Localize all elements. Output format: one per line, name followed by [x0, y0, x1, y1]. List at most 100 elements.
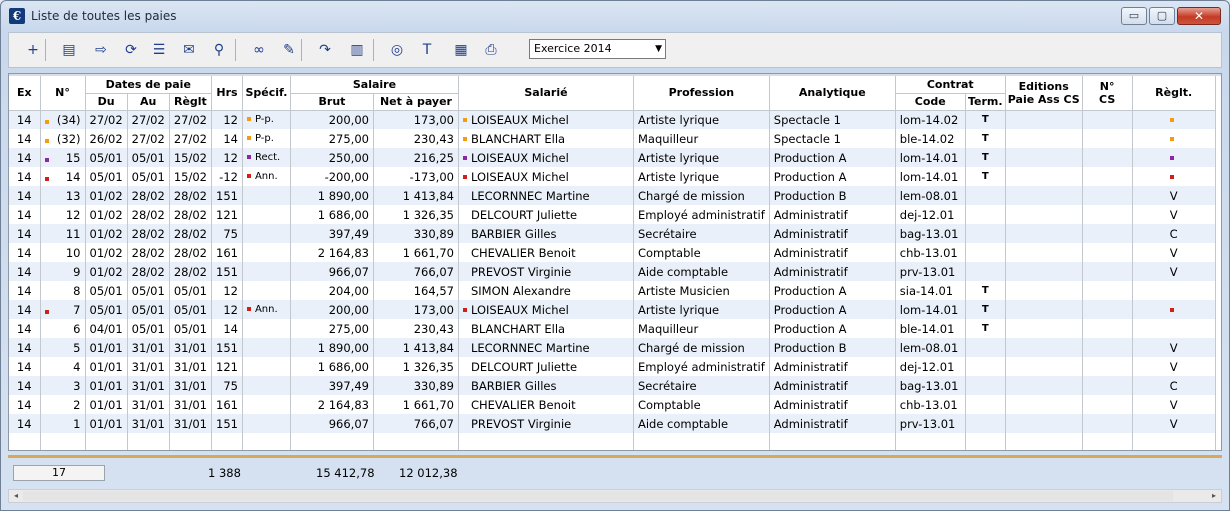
scroll-left-icon[interactable]: ◂ [9, 490, 23, 502]
header-ncs[interactable]: N° CS [1082, 76, 1133, 111]
cell-ex: 14 [9, 243, 41, 262]
cell-ncs [1082, 300, 1133, 319]
header-num[interactable]: N° [40, 76, 86, 111]
close-icon: ✕ [1193, 9, 1205, 23]
cell-reglt: 05/01 [169, 319, 212, 338]
cell-hrs: 121 [211, 205, 243, 224]
cell-reg [1132, 281, 1216, 300]
header-hrs[interactable]: Hrs [211, 76, 243, 111]
export-icon[interactable]: ⇨ [89, 38, 113, 62]
text-tool-icon[interactable]: T [415, 38, 439, 62]
cell-au: 28/02 [127, 186, 170, 205]
header-reglement[interactable]: Règlt. [1132, 76, 1216, 111]
table-row[interactable]: 14 12 01/02 28/02 28/02 121 1 686,00 1 326,35 DE… [9, 205, 1216, 224]
printer-icon[interactable]: ⎙ [479, 38, 503, 62]
header-code[interactable]: Code [895, 93, 966, 111]
forward-icon[interactable]: ↷ [313, 38, 337, 62]
cell-analytique: Spectacle 1 [769, 110, 896, 129]
header-specif[interactable]: Spécif. [242, 76, 291, 111]
mail-merge-icon[interactable]: ✉ [177, 38, 201, 62]
table-row[interactable]: 14 10 01/02 28/02 28/02 161 2 164,83 1 661,70 CH… [9, 243, 1216, 262]
table-row[interactable]: 14 15 05/01 05/01 15/02 12 Rect. 250,00 216,25 LO… [9, 148, 1216, 167]
header-editions[interactable]: Editions Paie Ass CS [1005, 76, 1083, 111]
scroll-right-icon[interactable]: ▸ [1207, 490, 1221, 502]
cell-term [965, 186, 1006, 205]
glasses-icon[interactable]: ∞ [247, 38, 271, 62]
cell-reg [1132, 110, 1216, 129]
header-net[interactable]: Net à payer [373, 93, 459, 111]
cell-edit [1005, 281, 1083, 300]
report-icon[interactable]: ▥ [345, 38, 369, 62]
table-row[interactable]: 14 4 01/01 31/01 31/01 121 1 686,00 1 326,35 DEL… [9, 357, 1216, 376]
cell-code: chb-13.01 [895, 395, 966, 414]
header-ex[interactable]: Ex [9, 76, 41, 111]
cell-analytique: Production B [769, 186, 896, 205]
close-button[interactable]: ✕ [1177, 7, 1221, 25]
status-marker-icon [44, 157, 49, 162]
table-row[interactable]: 14 9 01/02 28/02 28/02 151 966,07 766,07 PREVOST… [9, 262, 1216, 281]
cell-reglt: 28/02 [169, 205, 212, 224]
list-icon[interactable]: ☰ [147, 38, 171, 62]
table-row[interactable]: 14 8 05/01 05/01 05/01 12 204,00 164,57 SIMON Al… [9, 281, 1216, 300]
cell-reg: V [1132, 205, 1216, 224]
header-salarie[interactable]: Salarié [458, 76, 634, 111]
cell-analytique: Production A [769, 300, 896, 319]
pencil-icon[interactable]: ✎ [277, 38, 301, 62]
header-du[interactable]: Du [85, 93, 128, 111]
cell-edit [1005, 186, 1083, 205]
scroll-thumb[interactable] [23, 491, 1173, 501]
cell-du: 05/01 [85, 148, 128, 167]
cell-brut: 204,00 [290, 281, 374, 300]
cell-analytique: Production A [769, 167, 896, 186]
table-row[interactable]: 14 11 01/02 28/02 28/02 75 397,49 330,89 BARBIER… [9, 224, 1216, 243]
cell-brut: 200,00 [290, 300, 374, 319]
cell-net: 766,07 [373, 414, 459, 433]
cell-code: ble-14.01 [895, 319, 966, 338]
cell-hrs: 151 [211, 338, 243, 357]
header-brut[interactable]: Brut [290, 93, 374, 111]
cell-code: bag-13.01 [895, 224, 966, 243]
table-row[interactable]: 14 14 05/01 05/01 15/02 -12 Ann. -200,00 -173,00… [9, 167, 1216, 186]
header-analytique[interactable]: Analytique [769, 76, 896, 111]
header-au[interactable]: Au [127, 93, 170, 111]
table-row[interactable]: 14 3 01/01 31/01 31/01 75 397,49 330,89 BARBIER … [9, 376, 1216, 395]
header-term[interactable]: Term. [965, 93, 1006, 111]
exercise-select[interactable]: Exercice 2014 ▼ [529, 39, 666, 59]
cell-hrs: 151 [211, 262, 243, 281]
grid-icon[interactable]: ▦ [449, 38, 473, 62]
title-bar[interactable]: € Liste de toutes les paies ▭ ▢ ✕ [1, 1, 1229, 31]
table-row[interactable]: 14 2 01/01 31/01 31/01 161 2 164,83 1 661,70 CHE… [9, 395, 1216, 414]
cell-edit [1005, 110, 1083, 129]
cell-term [965, 205, 1006, 224]
horizontal-scrollbar[interactable]: ◂ ▸ [8, 489, 1222, 503]
cell-ex: 14 [9, 338, 41, 357]
total-count: 17 [13, 465, 105, 481]
add-icon[interactable]: + [21, 38, 45, 62]
refresh-icon[interactable]: ⟳ [119, 38, 143, 62]
header-reglt[interactable]: Règlt [169, 93, 212, 111]
table-row[interactable]: 14 13 01/02 28/02 28/02 151 1 890,00 1 413,84 LE… [9, 186, 1216, 205]
table-row[interactable]: 14 (34) 27/02 27/02 27/02 12 P-p. 200,00 173,00 L… [9, 110, 1216, 129]
table-row[interactable]: 14 (32) 26/02 27/02 27/02 14 P-p. 275,00 230,43 B… [9, 129, 1216, 148]
magnifier-icon[interactable]: ⚲ [207, 38, 231, 62]
table-row[interactable]: 14 6 04/01 05/01 05/01 14 275,00 230,43 BLANCHAR… [9, 319, 1216, 338]
cell-net: -173,00 [373, 167, 459, 186]
table-row[interactable]: 14 1 01/01 31/01 31/01 151 966,07 766,07 PREVOST… [9, 414, 1216, 433]
minimize-button[interactable]: ▭ [1121, 7, 1147, 25]
cell-term [965, 224, 1006, 243]
table-row[interactable]: 14 7 05/01 05/01 05/01 12 Ann. 200,00 173,00 LOIS… [9, 300, 1216, 319]
payroll-list-window: € Liste de toutes les paies ▭ ▢ ✕ + ▤ ⇨ ⟳ ☰ ✉… [0, 0, 1230, 511]
header-profession[interactable]: Profession [633, 76, 770, 111]
cell-reglt: 28/02 [169, 186, 212, 205]
table-row[interactable]: 14 5 01/01 31/01 31/01 151 1 890,00 1 413,84 LEC… [9, 338, 1216, 357]
cell-reg: V [1132, 338, 1216, 357]
cell-du: 01/01 [85, 357, 128, 376]
cell-analytique: Production A [769, 148, 896, 167]
maximize-button[interactable]: ▢ [1149, 7, 1175, 25]
document-icon[interactable]: ▤ [57, 38, 81, 62]
cell-hrs: 14 [211, 319, 243, 338]
status-marker-icon [1169, 118, 1174, 123]
cell-hrs: 161 [211, 395, 243, 414]
coins-icon[interactable]: ◎ [385, 38, 409, 62]
cell-ncs [1082, 167, 1133, 186]
